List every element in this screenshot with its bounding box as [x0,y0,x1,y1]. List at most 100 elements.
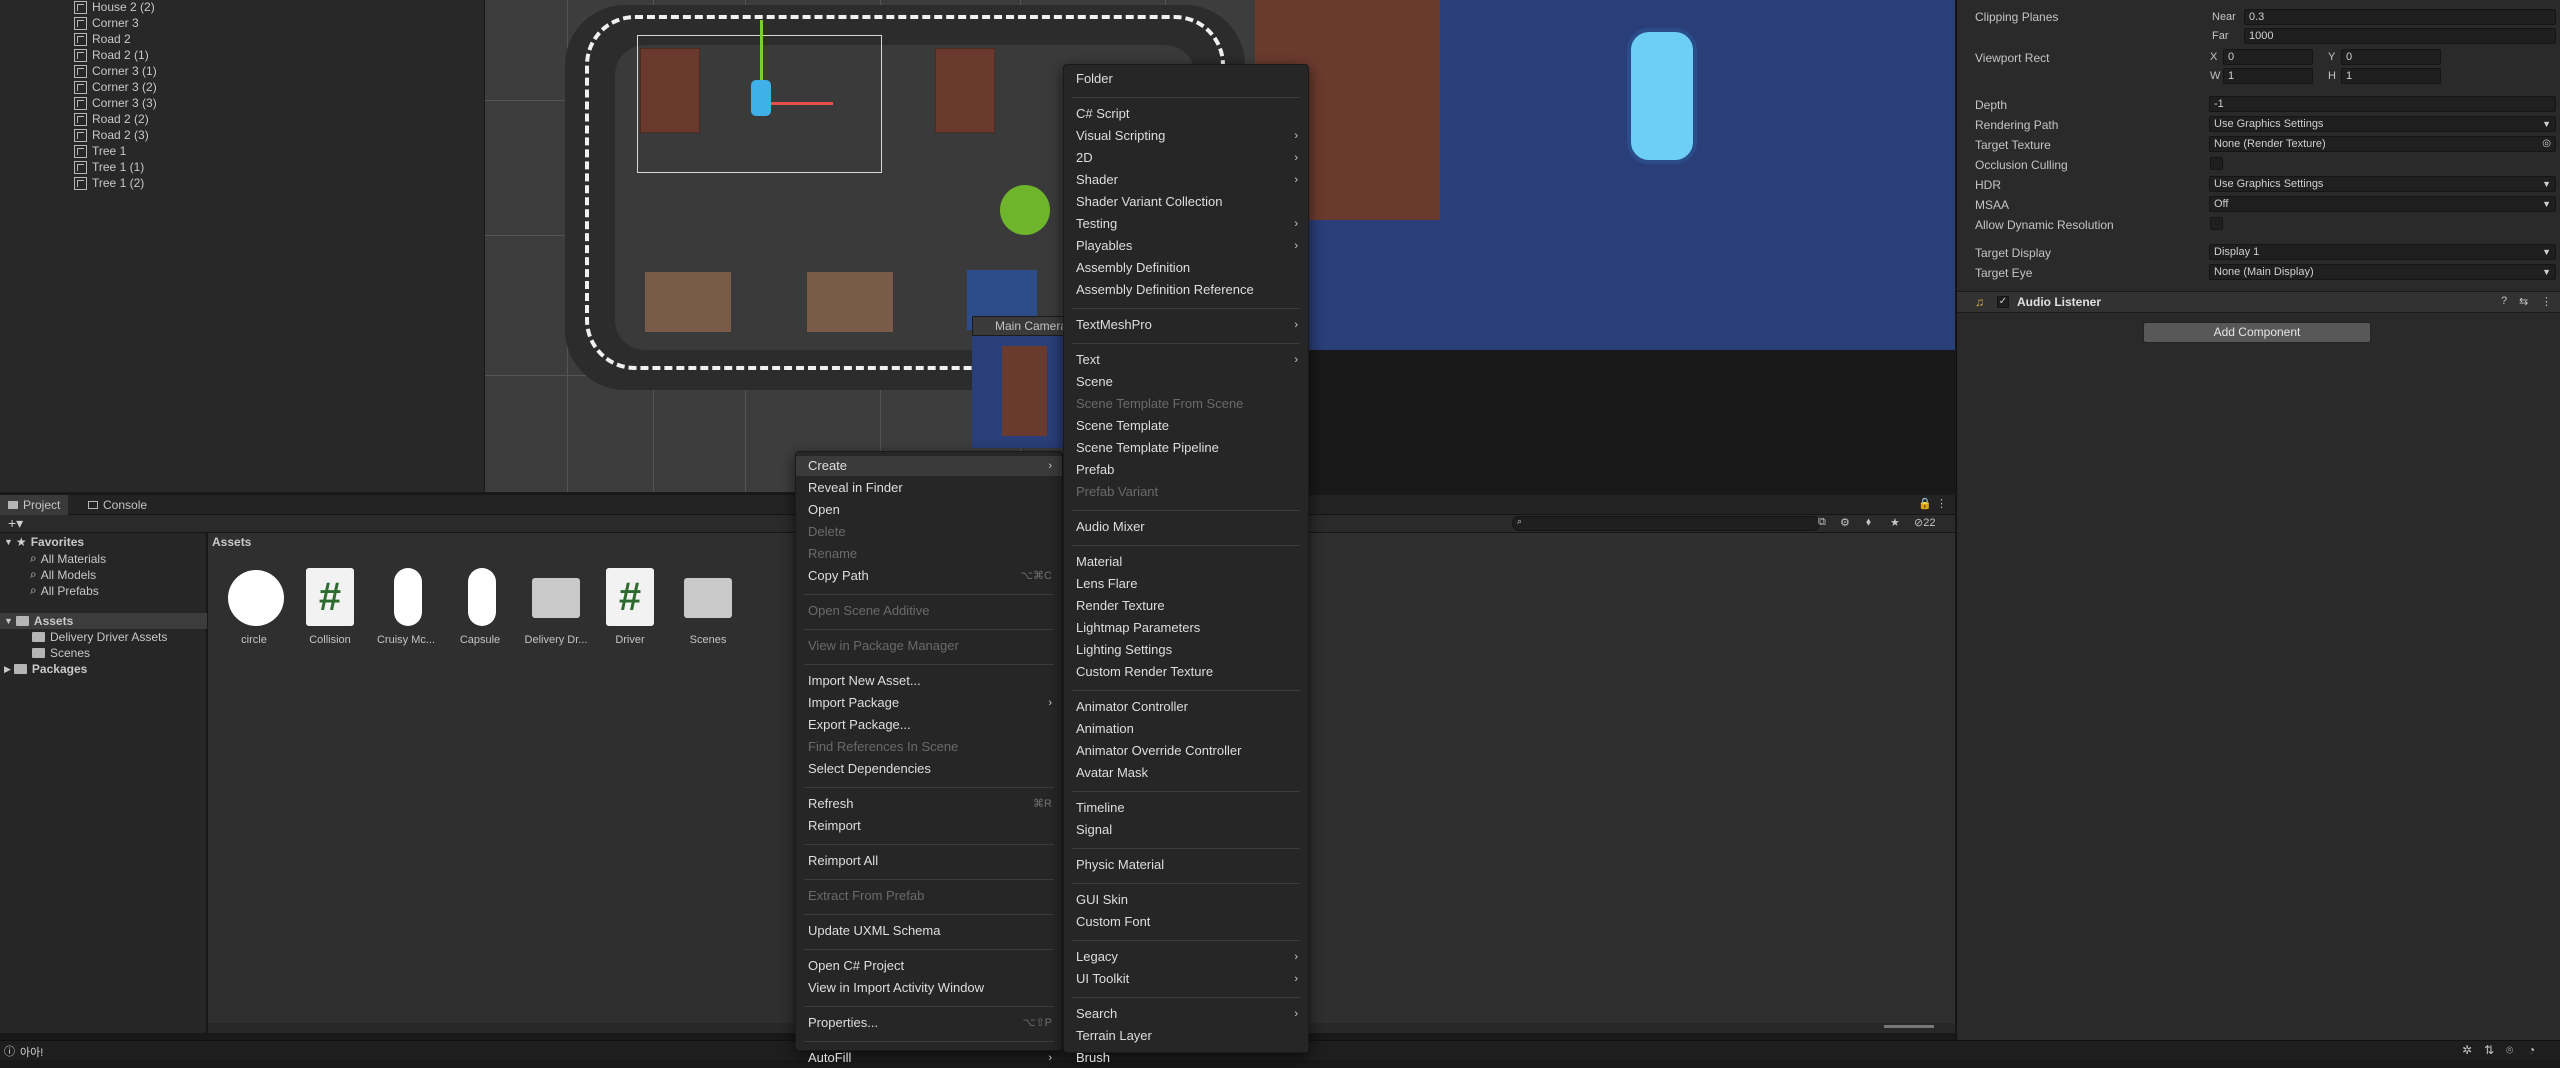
hdr-dropdown[interactable]: Use Graphics Settings ▼ [2209,176,2556,192]
asset-item[interactable]: Delivery Dr... [520,568,592,646]
create-item-search[interactable]: Search › [1064,1004,1308,1024]
x-field[interactable]: 0 [2223,49,2313,65]
occlusion-culling-checkbox[interactable] [2210,157,2223,170]
asset-item[interactable]: Cruisy Mc... [370,568,442,646]
create-item-assembly-definition-reference[interactable]: Assembly Definition Reference [1064,280,1308,300]
create-item-lens-flare[interactable]: Lens Flare [1064,574,1308,594]
msaa-dropdown[interactable]: Off ▼ [2209,196,2556,212]
add-create-icon[interactable]: +▾ [8,515,23,532]
create-item-scene[interactable]: Scene [1064,372,1308,392]
tree-item-scenes[interactable]: Scenes [32,646,90,660]
create-item-material[interactable]: Material [1064,552,1308,572]
hierarchy-item[interactable]: Corner 3 (1) [74,63,157,79]
panel-menu-icon[interactable]: ⋮ [1936,497,1947,510]
search-by-type-icon[interactable]: ⧉ [1818,516,1826,529]
create-item-signal[interactable]: Signal [1064,820,1308,840]
create-item-ui-toolkit[interactable]: UI Toolkit › [1064,969,1308,989]
tree-item-assets[interactable]: ▼ Assets [0,613,207,629]
house-sprite[interactable] [807,272,893,332]
menu-item-open[interactable]: Open [796,500,1062,520]
menu-item-create[interactable]: Create › [796,456,1062,476]
tree-item-favorites[interactable]: ▼ ★ Favorites [4,535,84,549]
object-picker-icon[interactable]: ◎ [2542,137,2551,151]
create-item-physic-material[interactable]: Physic Material [1064,855,1308,875]
hierarchy-item[interactable]: Road 2 [74,31,131,47]
house-sprite[interactable] [935,48,995,133]
create-item-textmeshpro[interactable]: TextMeshPro › [1064,315,1308,335]
rendering-path-dropdown[interactable]: Use Graphics Settings ▼ [2209,116,2556,132]
menu-item-import-new-asset[interactable]: Import New Asset... [796,671,1062,691]
hierarchy-item[interactable]: Road 2 (2) [74,111,149,127]
filter-icon[interactable]: ⚙ [1840,516,1850,529]
help-icon[interactable]: ? [2501,295,2507,307]
dynamic-resolution-checkbox[interactable] [2210,217,2223,230]
asset-item[interactable]: circle [218,568,290,646]
hierarchy-item[interactable]: Tree 1 [74,143,126,159]
create-item-shader[interactable]: Shader › [1064,170,1308,190]
create-item-avatar-mask[interactable]: Avatar Mask [1064,763,1308,783]
star-icon[interactable]: ★ [1890,516,1900,529]
house-sprite[interactable] [645,272,731,332]
hierarchy-item[interactable]: Road 2 (3) [74,127,149,143]
menu-item-copy-path[interactable]: Copy Path ⌥⌘C [796,566,1062,586]
create-item-animator-override-controller[interactable]: Animator Override Controller [1064,741,1308,761]
debug-icon[interactable]: ✲ [2462,1043,2472,1057]
create-item-animator-controller[interactable]: Animator Controller [1064,697,1308,717]
asset-item[interactable]: # Collision [294,568,366,646]
create-item-scene-template[interactable]: Scene Template [1064,416,1308,436]
hierarchy-item[interactable]: Tree 1 (1) [74,159,144,175]
create-item-playables[interactable]: Playables › [1064,236,1308,256]
create-item-shader-variant-collection[interactable]: Shader Variant Collection [1064,192,1308,212]
create-item-timeline[interactable]: Timeline [1064,798,1308,818]
add-component-button[interactable]: Add Component [2143,322,2371,343]
target-eye-dropdown[interactable]: None (Main Display) ▼ [2209,264,2556,280]
menu-item-view-in-import-activity-window[interactable]: View in Import Activity Window [796,978,1062,998]
menu-item-export-package[interactable]: Export Package... [796,715,1062,735]
audio-listener-header[interactable]: ♫ ✓ Audio Listener ? ⇆ ⋮ [1957,291,2560,313]
tree-sprite[interactable] [1000,185,1050,235]
target-display-dropdown[interactable]: Display 1 ▼ [2209,244,2556,260]
h-field[interactable]: 1 [2341,68,2441,84]
create-item-gui-skin[interactable]: GUI Skin [1064,890,1308,910]
label-icon[interactable]: ⬧ [1866,516,1871,529]
tree-item-all-models[interactable]: ⌕ All Models [30,567,96,582]
hierarchy-item[interactable]: Corner 3 (3) [74,95,157,111]
create-item-audio-mixer[interactable]: Audio Mixer [1064,517,1308,537]
w-field[interactable]: 1 [2223,68,2313,84]
menu-item-reimport[interactable]: Reimport [796,816,1062,836]
target-texture-field[interactable]: None (Render Texture) ◎ [2209,136,2556,152]
create-item-render-texture[interactable]: Render Texture [1064,596,1308,616]
hidden-packages-icon[interactable]: ⊘22 [1914,516,1935,529]
create-item-brush[interactable]: Brush [1064,1048,1308,1068]
create-item-folder[interactable]: Folder [1064,69,1308,89]
progress-icon[interactable]: ◔ [2528,1043,2535,1057]
create-item-visual-scripting[interactable]: Visual Scripting › [1064,126,1308,146]
y-field[interactable]: 0 [2341,49,2441,65]
hierarchy-item[interactable]: Corner 3 [74,15,139,31]
menu-item-select-dependencies[interactable]: Select Dependencies [796,759,1062,779]
create-item-text[interactable]: Text › [1064,350,1308,370]
create-item-lighting-settings[interactable]: Lighting Settings [1064,640,1308,660]
asset-item[interactable]: Capsule [444,568,516,646]
breadcrumb[interactable]: Assets [212,535,251,549]
create-item-prefab[interactable]: Prefab [1064,460,1308,480]
menu-item-refresh[interactable]: Refresh ⌘R [796,794,1062,814]
asset-item[interactable]: # Driver [594,568,666,646]
game-view[interactable] [1255,0,1955,350]
tree-item-delivery-driver-assets[interactable]: Delivery Driver Assets [32,630,167,644]
move-gizmo-x[interactable] [763,102,833,105]
asset-item[interactable]: Scenes [672,568,744,646]
create-item-scene-template-pipeline[interactable]: Scene Template Pipeline [1064,438,1308,458]
create-item-lightmap-parameters[interactable]: Lightmap Parameters [1064,618,1308,638]
zoom-slider[interactable] [1884,1025,1934,1028]
far-field[interactable]: 1000 [2244,28,2556,44]
create-item-custom-font[interactable]: Custom Font [1064,912,1308,932]
hierarchy-item[interactable]: Tree 1 (2) [74,175,144,191]
tab-console[interactable]: Console [80,495,155,515]
network-icon[interactable]: ⇅ [2484,1043,2494,1057]
menu-item-autofill[interactable]: AutoFill › [796,1048,1062,1068]
depth-field[interactable]: -1 [2209,96,2556,112]
create-item-legacy[interactable]: Legacy › [1064,947,1308,967]
car-sprite[interactable] [751,80,771,116]
create-item-assembly-definition[interactable]: Assembly Definition [1064,258,1308,278]
